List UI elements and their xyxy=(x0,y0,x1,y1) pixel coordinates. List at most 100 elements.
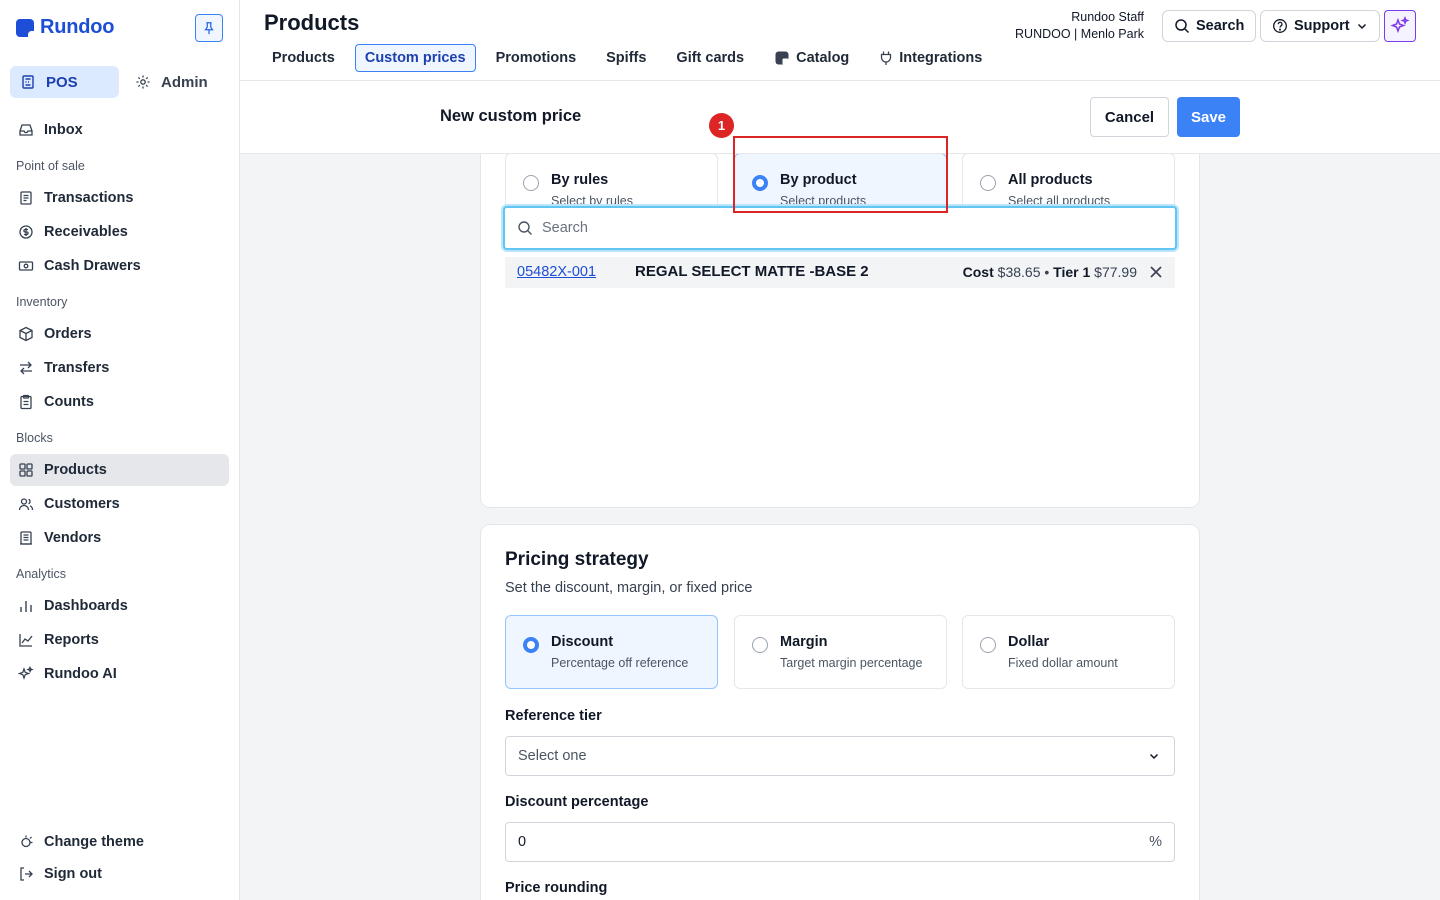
sign-out-icon xyxy=(18,866,34,882)
sidebar-item-transactions[interactable]: Transactions xyxy=(10,182,229,214)
sidebar-item-transfers[interactable]: Transfers xyxy=(10,352,229,384)
sidebar: Rundoo POS Admin Inbox Point of sale Tra… xyxy=(0,0,240,900)
option-title: Dollar xyxy=(1008,634,1050,650)
pricing-strategy-card: Pricing strategy Set the discount, margi… xyxy=(480,524,1200,900)
pricing-subtitle: Set the discount, margin, or fixed price xyxy=(505,580,753,596)
sidebar-item-reports[interactable]: Reports xyxy=(10,624,229,656)
sidebar-item-receivables[interactable]: Receivables xyxy=(10,216,229,248)
tab-gift-cards[interactable]: Gift cards xyxy=(666,44,754,72)
sidebar-item-label: Receivables xyxy=(44,224,128,240)
mode-pos-label: POS xyxy=(46,73,78,91)
sidebar-item-label: Change theme xyxy=(44,834,144,850)
reference-tier-label: Reference tier xyxy=(505,708,602,724)
search-placeholder: Search xyxy=(542,220,588,236)
section-point-of-sale: Point of sale xyxy=(16,159,85,173)
option-title: Margin xyxy=(780,634,828,650)
remove-product-icon[interactable] xyxy=(1149,265,1163,279)
sidebar-item-products[interactable]: Products xyxy=(10,454,229,486)
change-theme-button[interactable]: Change theme xyxy=(10,826,229,858)
sidebar-item-dashboards[interactable]: Dashboards xyxy=(10,590,229,622)
option-title: By rules xyxy=(551,172,609,188)
sparkles-icon xyxy=(18,666,34,682)
sidebar-item-label: Inbox xyxy=(44,122,83,138)
sidebar-item-orders[interactable]: Orders xyxy=(10,318,229,350)
radio-all-products[interactable] xyxy=(980,175,996,191)
mode-admin-label: Admin xyxy=(161,73,208,91)
support-menu-button[interactable]: Support xyxy=(1260,10,1380,42)
tab-spiffs[interactable]: Spiffs xyxy=(596,44,656,72)
theme-icon xyxy=(18,834,34,850)
cost-label: Cost xyxy=(962,264,994,280)
sidebar-item-label: Products xyxy=(44,462,107,478)
option-subtitle: Percentage off reference xyxy=(551,656,689,670)
rundoo-logo-icon xyxy=(16,18,35,38)
ai-assistant-button[interactable] xyxy=(1384,10,1416,42)
tab-catalog[interactable]: Catalog xyxy=(764,44,859,72)
radio-margin[interactable] xyxy=(752,637,768,653)
sparkles-icon xyxy=(1390,16,1410,34)
main-content[interactable]: By rules Select by rules By product Sele… xyxy=(240,154,1440,900)
global-search-label: Search xyxy=(1196,18,1245,34)
brand-logo[interactable]: Rundoo xyxy=(16,16,115,39)
radio-dollar[interactable] xyxy=(980,637,996,653)
brand-name: Rundoo xyxy=(40,16,115,38)
save-button[interactable]: Save xyxy=(1177,97,1240,137)
sidebar-item-rundoo-ai[interactable]: Rundoo AI xyxy=(10,658,229,690)
product-price-info: Cost $38.65 • Tier 1 $77.99 xyxy=(963,264,1137,280)
reference-tier-value: Select one xyxy=(518,748,587,764)
option-dollar[interactable]: Dollar Fixed dollar amount xyxy=(962,615,1175,689)
global-search-button[interactable]: Search xyxy=(1162,10,1257,42)
discount-percentage-input[interactable]: 0 % xyxy=(505,822,1175,862)
sidebar-item-cash-drawers[interactable]: Cash Drawers xyxy=(10,250,229,282)
pin-sidebar-button[interactable] xyxy=(195,14,223,42)
inbox-icon xyxy=(18,122,34,138)
cash-icon xyxy=(18,258,34,274)
sign-out-button[interactable]: Sign out xyxy=(10,858,229,890)
cancel-button[interactable]: Cancel xyxy=(1090,97,1169,137)
mode-admin-button[interactable]: Admin xyxy=(125,66,234,98)
tab-integrations[interactable]: Integrations xyxy=(869,44,992,72)
sidebar-item-label: Rundoo AI xyxy=(44,666,117,682)
sidebar-item-customers[interactable]: Customers xyxy=(10,488,229,520)
option-title: All products xyxy=(1008,172,1093,188)
clipboard-icon xyxy=(18,394,34,410)
reference-tier-select[interactable]: Select one xyxy=(505,736,1175,776)
sidebar-item-inbox[interactable]: Inbox xyxy=(10,114,229,146)
tab-catalog-label: Catalog xyxy=(796,50,850,66)
user-info[interactable]: Rundoo Staff RUNDOO | Menlo Park xyxy=(1015,9,1144,43)
sidebar-item-vendors[interactable]: Vendors xyxy=(10,522,229,554)
chevron-down-icon xyxy=(1357,23,1366,30)
option-title: Discount xyxy=(551,634,614,650)
sidebar-item-label: Counts xyxy=(44,394,94,410)
option-subtitle: Target margin percentage xyxy=(780,656,923,670)
tab-custom-prices[interactable]: Custom prices xyxy=(354,44,476,72)
search-icon xyxy=(1175,19,1190,34)
section-blocks: Blocks xyxy=(16,431,53,445)
catalog-icon xyxy=(775,51,789,65)
tier-label: Tier 1 xyxy=(1053,264,1091,280)
option-margin[interactable]: Margin Target margin percentage xyxy=(734,615,947,689)
product-sku-link[interactable]: 05482X-001 xyxy=(517,264,596,280)
price-rounding-label: Price rounding xyxy=(505,880,608,896)
sidebar-item-label: Reports xyxy=(44,632,99,648)
sidebar-item-label: Cash Drawers xyxy=(44,258,141,274)
grid-icon xyxy=(18,462,34,478)
pin-icon xyxy=(204,22,214,35)
option-discount[interactable]: Discount Percentage off reference xyxy=(505,615,718,689)
product-name: REGAL SELECT MATTE -BASE 2 xyxy=(635,263,869,280)
tier-price: $77.99 xyxy=(1094,264,1137,280)
sidebar-item-counts[interactable]: Counts xyxy=(10,386,229,418)
sidebar-item-label: Orders xyxy=(44,326,92,342)
sidebar-item-label: Transfers xyxy=(44,360,110,376)
mode-pos-button[interactable]: POS xyxy=(10,66,119,98)
annotation-badge: 1 xyxy=(709,113,734,138)
support-label: Support xyxy=(1294,18,1350,34)
tab-promotions[interactable]: Promotions xyxy=(486,44,587,72)
radio-discount[interactable] xyxy=(523,637,539,653)
gear-icon xyxy=(136,75,150,89)
percent-suffix: % xyxy=(1149,834,1162,850)
tab-products[interactable]: Products xyxy=(262,44,345,72)
discount-value: 0 xyxy=(518,834,527,850)
radio-by-rules[interactable] xyxy=(523,175,539,191)
form-title: New custom price xyxy=(440,107,582,125)
